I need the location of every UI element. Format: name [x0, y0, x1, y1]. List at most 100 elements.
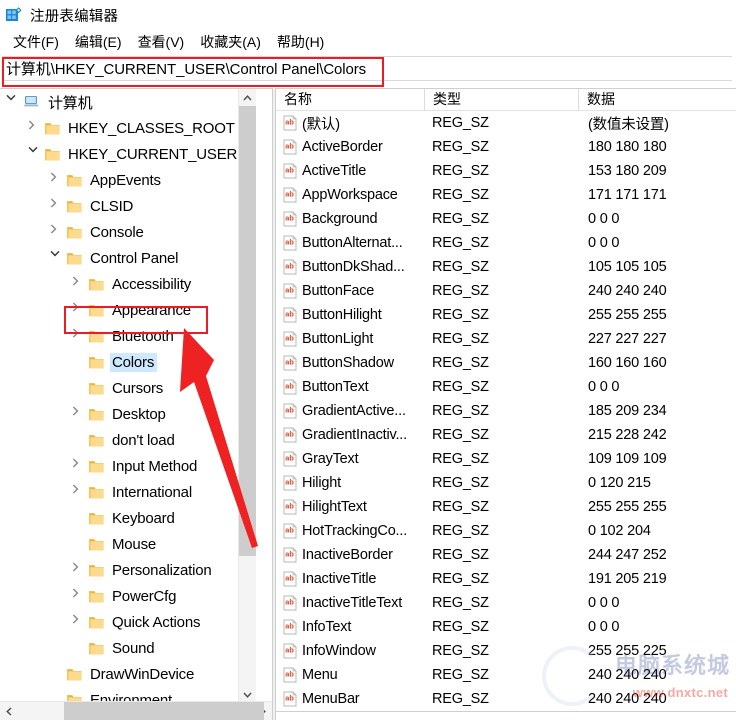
- tree-item-label: DrawWinDevice: [90, 665, 195, 683]
- value-name-label: ButtonShadow: [302, 355, 394, 371]
- tree-item-input-method[interactable]: Input Method: [0, 453, 255, 479]
- table-row[interactable]: ab Background REG_SZ 0 0 0: [276, 207, 736, 231]
- table-row[interactable]: ab (默认) REG_SZ (数值未设置): [276, 111, 736, 135]
- column-header-name[interactable]: 名称: [276, 89, 424, 111]
- chevron-right-icon[interactable]: [72, 328, 88, 344]
- svg-text:ab: ab: [285, 334, 294, 343]
- tree-item-powercfg[interactable]: PowerCfg: [0, 583, 255, 609]
- tree-horizontal-scrollbar[interactable]: [0, 701, 272, 720]
- tree-item-bluetooth[interactable]: Bluetooth: [0, 323, 255, 349]
- table-row[interactable]: ab HilightText REG_SZ 255 255 255: [276, 495, 736, 519]
- value-data-cell: 105 105 105: [578, 259, 736, 275]
- table-row[interactable]: ab GrayText REG_SZ 109 109 109: [276, 447, 736, 471]
- table-row[interactable]: ab Menu REG_SZ 240 240 240: [276, 663, 736, 687]
- chevron-down-icon[interactable]: [28, 146, 44, 162]
- chevron-right-icon[interactable]: [50, 172, 66, 188]
- tree-item-keyboard[interactable]: Keyboard: [0, 505, 255, 531]
- tree-scroll-left-button[interactable]: [0, 702, 18, 720]
- menu-help[interactable]: 帮助(H): [270, 30, 333, 54]
- table-row[interactable]: ab InactiveTitle REG_SZ 191 205 219: [276, 567, 736, 591]
- chevron-down-icon[interactable]: [6, 94, 22, 110]
- table-row[interactable]: ab MenuBar REG_SZ 240 240 240: [276, 687, 736, 711]
- value-name-label: InactiveBorder: [302, 547, 393, 563]
- table-row[interactable]: ab ButtonDkShad... REG_SZ 105 105 105: [276, 255, 736, 279]
- chevron-right-icon[interactable]: [50, 224, 66, 240]
- tree-item-hkey-current-user[interactable]: HKEY_CURRENT_USER: [0, 141, 255, 167]
- tree-scrollbar-thumb[interactable]: [239, 106, 256, 556]
- string-value-icon: ab: [282, 427, 298, 443]
- address-bar-path: 计算机\HKEY_CURRENT_USER\Control Panel\Colo…: [6, 61, 367, 78]
- table-row[interactable]: ab GradientActive... REG_SZ 185 209 234: [276, 399, 736, 423]
- address-bar[interactable]: 计算机\HKEY_CURRENT_USER\Control Panel\Colo…: [2, 56, 732, 81]
- table-row[interactable]: ab ButtonText REG_SZ 0 0 0: [276, 375, 736, 399]
- tree-item-clsid[interactable]: CLSID: [0, 193, 255, 219]
- tree-hscroll-thumb[interactable]: [64, 702, 264, 720]
- table-row[interactable]: ab AppWorkspace REG_SZ 171 171 171: [276, 183, 736, 207]
- chevron-right-icon[interactable]: [50, 198, 66, 214]
- table-row[interactable]: ab ButtonAlternat... REG_SZ 0 0 0: [276, 231, 736, 255]
- tree-item-console[interactable]: Console: [0, 219, 255, 245]
- tree-item-appearance[interactable]: Appearance: [0, 297, 255, 323]
- tree-hscroll-track[interactable]: [18, 702, 264, 720]
- table-row[interactable]: ab HotTrackingCo... REG_SZ 0 102 204: [276, 519, 736, 543]
- table-row[interactable]: ab InfoWindow REG_SZ 255 255 225: [276, 639, 736, 663]
- tree-item-cursors[interactable]: Cursors: [0, 375, 255, 401]
- menu-view[interactable]: 查看(V): [131, 30, 194, 54]
- menu-favorites[interactable]: 收藏夹(A): [193, 30, 270, 54]
- tree-item-drawwindevice[interactable]: DrawWinDevice: [0, 661, 255, 687]
- folder-icon: [66, 225, 83, 240]
- tree-scroll-up-button[interactable]: [239, 89, 256, 106]
- tree-item-hkey-classes-root[interactable]: HKEY_CLASSES_ROOT: [0, 115, 255, 141]
- tree-item-colors[interactable]: Colors: [0, 349, 255, 375]
- value-name-label: InactiveTitleText: [302, 595, 403, 611]
- table-row[interactable]: ab InactiveBorder REG_SZ 244 247 252: [276, 543, 736, 567]
- value-data-label: 0 0 0: [588, 619, 620, 635]
- value-data-cell: 0 0 0: [578, 211, 736, 227]
- table-row[interactable]: ab ButtonLight REG_SZ 227 227 227: [276, 327, 736, 351]
- tree-item-don-t-load[interactable]: don't load: [0, 427, 255, 453]
- registry-tree[interactable]: 计算机 HKEY_CLASSES_ROOT HKEY_CURRENT_USER App…: [0, 89, 255, 703]
- computer-icon: [22, 94, 41, 110]
- chevron-right-icon[interactable]: [72, 302, 88, 318]
- tree-item-appevents[interactable]: AppEvents: [0, 167, 255, 193]
- table-row[interactable]: ab Hilight REG_SZ 0 120 215: [276, 471, 736, 495]
- tree-vertical-scrollbar[interactable]: [238, 89, 256, 703]
- table-row[interactable]: ab ActiveBorder REG_SZ 180 180 180: [276, 135, 736, 159]
- chevron-right-icon[interactable]: [72, 458, 88, 474]
- table-row[interactable]: ab ActiveTitle REG_SZ 153 180 209: [276, 159, 736, 183]
- column-header-data[interactable]: 数据: [578, 89, 736, 111]
- table-row[interactable]: ab ButtonShadow REG_SZ 160 160 160: [276, 351, 736, 375]
- value-type-label: REG_SZ: [432, 427, 489, 443]
- tree-item-desktop[interactable]: Desktop: [0, 401, 255, 427]
- tree-item-quick-actions[interactable]: Quick Actions: [0, 609, 255, 635]
- tree-item-mouse[interactable]: Mouse: [0, 531, 255, 557]
- chevron-right-icon[interactable]: [28, 120, 44, 136]
- table-row[interactable]: ab ButtonFace REG_SZ 240 240 240: [276, 279, 736, 303]
- value-data-cell: 255 255 255: [578, 499, 736, 515]
- tree-item-accessibility[interactable]: Accessibility: [0, 271, 255, 297]
- chevron-right-icon[interactable]: [72, 562, 88, 578]
- chevron-right-icon[interactable]: [72, 276, 88, 292]
- chevron-right-icon[interactable]: [72, 588, 88, 604]
- tree-item-international[interactable]: International: [0, 479, 255, 505]
- chevron-right-icon[interactable]: [72, 614, 88, 630]
- table-row[interactable]: ab GradientInactiv... REG_SZ 215 228 242: [276, 423, 736, 447]
- value-name-cell: ab ButtonDkShad...: [276, 259, 424, 275]
- table-row[interactable]: ab ButtonHilight REG_SZ 255 255 255: [276, 303, 736, 327]
- chevron-right-icon[interactable]: [72, 406, 88, 422]
- chevron-down-icon[interactable]: [50, 250, 66, 266]
- menu-edit[interactable]: 编辑(E): [68, 30, 131, 54]
- svg-text:ab: ab: [285, 286, 294, 295]
- registry-values-list[interactable]: ab (默认) REG_SZ (数值未设置) ab ActiveBorder REG_SZ 1…: [276, 111, 736, 720]
- table-row[interactable]: ab InactiveTitleText REG_SZ 0 0 0: [276, 591, 736, 615]
- value-type-label: REG_SZ: [432, 235, 489, 251]
- value-type-cell: REG_SZ: [424, 643, 578, 659]
- chevron-right-icon[interactable]: [72, 484, 88, 500]
- column-header-type[interactable]: 类型: [424, 89, 578, 111]
- tree-item-personalization[interactable]: Personalization: [0, 557, 255, 583]
- tree-item-control-panel[interactable]: Control Panel: [0, 245, 255, 271]
- menu-file[interactable]: 文件(F): [6, 30, 68, 54]
- tree-item-sound[interactable]: Sound: [0, 635, 255, 661]
- table-row[interactable]: ab InfoText REG_SZ 0 0 0: [276, 615, 736, 639]
- tree-item-[interactable]: 计算机: [0, 89, 255, 115]
